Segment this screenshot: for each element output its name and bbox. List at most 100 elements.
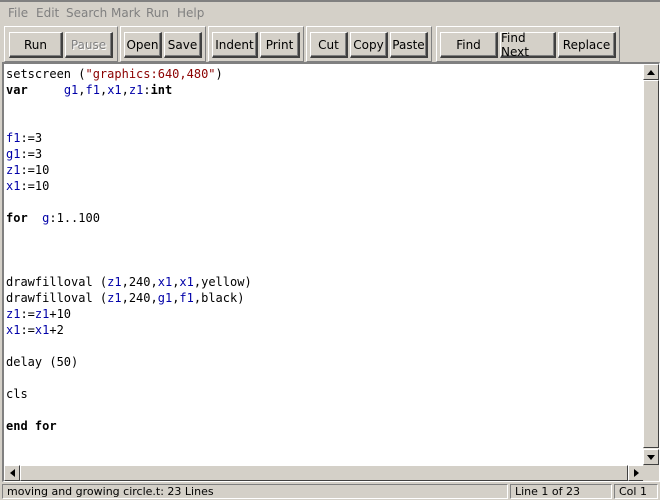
scroll-left-button[interactable]	[4, 465, 20, 481]
code-line[interactable]: setscreen ("graphics:640,480")	[6, 66, 644, 82]
code-token-plain: ,yellow)	[193, 275, 252, 289]
code-token-var: z1	[34, 307, 50, 321]
code-line[interactable]: x1:=x1+2	[6, 322, 644, 338]
triangle-up-icon	[647, 69, 655, 75]
code-token-plain: ,	[121, 83, 129, 97]
code-token-plain: :=	[20, 323, 35, 337]
print-button[interactable]: Print	[260, 32, 300, 58]
menu-file[interactable]: File	[8, 6, 28, 20]
menu-run[interactable]: Run	[146, 6, 169, 20]
code-token-plain: :=3	[20, 147, 43, 161]
code-token-plain: :=	[20, 307, 35, 321]
horizontal-scroll-thumb[interactable]	[20, 465, 628, 481]
menu-bar: File Edit Search Mark Run Help	[0, 0, 660, 24]
copy-button[interactable]: Copy	[350, 32, 388, 58]
toolbar-group-clipboard: Cut Copy Paste	[306, 26, 432, 62]
find-next-button[interactable]: Find Next	[500, 31, 556, 59]
code-line[interactable]	[6, 226, 644, 242]
code-token-plain: ,240,	[121, 291, 158, 305]
code-token-var: z1	[107, 275, 122, 289]
code-token-plain: drawfilloval (	[6, 291, 108, 305]
code-token-var: z1	[6, 163, 21, 177]
code-line[interactable]: drawfilloval (z1,240,x1,x1,yellow)	[6, 274, 644, 290]
code-token-plain: drawfilloval (	[6, 275, 108, 289]
code-token-var: x1	[6, 323, 21, 337]
menu-help[interactable]: Help	[177, 6, 204, 20]
menu-search[interactable]: Search	[66, 6, 107, 20]
code-line[interactable]	[6, 402, 644, 418]
code-token-var: f1	[85, 83, 100, 97]
code-token-kw: var	[6, 83, 28, 97]
pause-button[interactable]: Pause	[65, 32, 113, 58]
code-token-var: x1	[157, 275, 173, 289]
code-token-kw: for	[6, 211, 28, 225]
code-token-plain: +2	[49, 323, 64, 337]
save-button[interactable]: Save	[164, 32, 202, 58]
code-line[interactable]: x1:=10	[6, 178, 644, 194]
toolbar-group-format: Indent Print	[208, 26, 304, 62]
horizontal-scrollbar[interactable]	[4, 465, 644, 481]
code-line[interactable]	[6, 114, 644, 130]
code-line[interactable]: z1:=10	[6, 162, 644, 178]
toolbar-group-file: Open Save	[120, 26, 206, 62]
code-line[interactable]: g1:=3	[6, 146, 644, 162]
toolbar-group-run: Run Pause	[4, 26, 118, 62]
code-line[interactable]: var g1,f1,x1,z1:int	[6, 82, 644, 98]
paste-button[interactable]: Paste	[390, 32, 428, 58]
code-token-kw: int	[150, 83, 173, 97]
code-token-plain: :=10	[20, 179, 50, 193]
triangle-right-icon	[633, 469, 639, 477]
code-token-plain: :	[143, 83, 151, 97]
code-token-var: g1	[6, 147, 21, 161]
code-editor[interactable]: setscreen ("graphics:640,480") var g1, f1,…	[2, 62, 660, 482]
menu-edit[interactable]: Edit	[36, 6, 59, 20]
code-token-plain: setscreen (	[6, 67, 86, 81]
code-line[interactable]: cls	[6, 386, 644, 402]
scroll-up-button[interactable]	[643, 64, 659, 80]
code-token-var: z1	[6, 307, 21, 321]
vertical-scroll-thumb[interactable]	[643, 80, 659, 448]
code-line[interactable]	[6, 194, 644, 210]
code-line[interactable]	[6, 98, 644, 114]
code-text-area[interactable]: setscreen ("graphics:640,480") var g1, f1,…	[6, 66, 644, 464]
code-line[interactable]: drawfilloval (z1,240,g1,f1,black)	[6, 290, 644, 306]
cut-button[interactable]: Cut	[310, 32, 348, 58]
toolbar: Run Pause Open Save Indent Print Cut Cop…	[0, 24, 660, 64]
code-line[interactable]: for g:1..100	[6, 210, 644, 226]
toolbar-group-search: Find Find Next Replace	[436, 26, 620, 62]
code-token-var: x1	[179, 275, 194, 289]
scroll-down-button[interactable]	[643, 449, 659, 465]
menu-mark[interactable]: Mark	[111, 6, 141, 20]
run-button[interactable]: Run	[9, 32, 63, 58]
code-line[interactable]: z1:=z1+10	[6, 306, 644, 322]
indent-button[interactable]: Indent	[212, 32, 258, 58]
code-token-plain: :=3	[20, 131, 43, 145]
code-line[interactable]	[6, 242, 644, 258]
code-line[interactable]	[6, 338, 644, 354]
code-line[interactable]	[6, 258, 644, 274]
code-token-var: x1	[6, 179, 21, 193]
code-token-var: z1	[107, 291, 122, 305]
code-line[interactable]	[6, 370, 644, 386]
status-message: moving and growing circle.t: 23 Lines	[2, 484, 508, 499]
scroll-right-button[interactable]	[628, 465, 644, 481]
status-column-position: Col 1	[614, 484, 658, 499]
triangle-down-icon	[647, 454, 655, 460]
code-token-var: z1	[128, 83, 144, 97]
code-token-kw: end	[6, 419, 28, 433]
code-line[interactable]: f1:=3	[6, 130, 644, 146]
code-line[interactable]: delay (50)	[6, 354, 644, 370]
find-button[interactable]: Find	[440, 32, 498, 58]
code-token-str: "graphics:640,480"	[85, 67, 216, 81]
code-token-plain: ,black)	[193, 291, 245, 305]
code-line[interactable]: end for	[6, 418, 644, 434]
code-token-var: g1	[63, 83, 79, 97]
triangle-left-icon	[9, 469, 15, 477]
vertical-scrollbar[interactable]	[643, 64, 659, 465]
status-line-position: Line 1 of 23	[510, 484, 612, 499]
replace-button[interactable]: Replace	[558, 32, 616, 58]
open-button[interactable]: Open	[124, 32, 162, 58]
status-bar: moving and growing circle.t: 23 Lines Li…	[0, 482, 660, 500]
code-token-var: x1	[107, 83, 122, 97]
